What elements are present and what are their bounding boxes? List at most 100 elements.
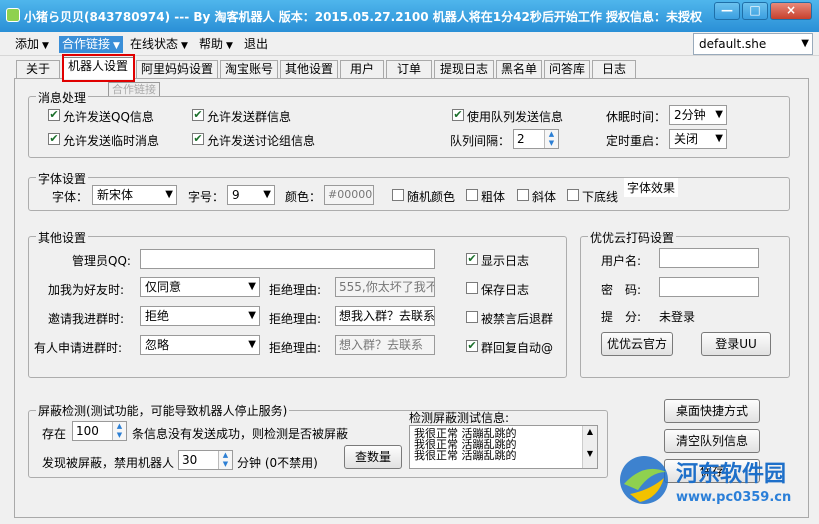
tab-log[interactable]: 日志 bbox=[592, 60, 636, 78]
tab-qa-library[interactable]: 问答库 bbox=[544, 60, 590, 78]
shield-group-title: 屏蔽检测(测试功能，可能导致机器人停止服务) bbox=[36, 402, 290, 419]
chevron-down-icon: ▼ bbox=[248, 281, 256, 292]
menu-coop-link[interactable]: 合作链接 ▼ bbox=[59, 36, 123, 53]
tab-taobao-account[interactable]: 淘宝账号 bbox=[220, 60, 278, 78]
add-friend-select[interactable]: 仅同意 ▼ bbox=[140, 277, 260, 297]
reject-reason-apply[interactable]: 想入群？去联系 bbox=[335, 335, 435, 355]
exist-label: 存在 bbox=[42, 427, 67, 441]
sleep-time-label: 休眠时间： bbox=[606, 110, 667, 124]
font-label: 字体： bbox=[52, 190, 89, 204]
tab-blacklist[interactable]: 黑名单 bbox=[496, 60, 542, 78]
yyy-password-input[interactable] bbox=[659, 277, 759, 297]
yyy-official-button[interactable]: 优优云官方 bbox=[601, 332, 673, 356]
allow-group-label: 允许发送群信息 bbox=[207, 110, 292, 124]
use-queue-checkbox[interactable]: ✔ bbox=[452, 109, 464, 121]
random-color-label: 随机颜色 bbox=[407, 190, 456, 204]
quit-banned-checkbox[interactable] bbox=[466, 311, 478, 323]
yyy-group-title: 优优云打码设置 bbox=[588, 229, 677, 246]
tab-about[interactable]: 关于 bbox=[16, 60, 60, 78]
menu-add[interactable]: 添加 ▼ bbox=[12, 36, 52, 53]
tooltip: 合作链接 bbox=[108, 82, 160, 97]
auto-reply-checkbox[interactable]: ✔ bbox=[466, 340, 478, 352]
tab-withdraw-log[interactable]: 提现日志 bbox=[434, 60, 494, 78]
admin-qq-label: 管理员QQ: bbox=[72, 254, 131, 268]
apply-join-select[interactable]: 忽略 ▼ bbox=[140, 335, 260, 355]
tab-orders[interactable]: 订单 bbox=[386, 60, 432, 78]
color-label: 颜色： bbox=[285, 190, 322, 204]
scrollbar[interactable]: ▲ ▼ bbox=[582, 426, 597, 468]
profile-select[interactable]: default.she ▼ bbox=[693, 33, 813, 55]
add-friend-label: 加我为好友时: bbox=[48, 283, 125, 297]
tab-other-settings[interactable]: 其他设置 bbox=[280, 60, 338, 78]
exist-count-value: 100 bbox=[76, 424, 99, 438]
allow-qq-checkbox[interactable]: ✔ bbox=[48, 109, 60, 121]
allow-temp-checkbox[interactable]: ✔ bbox=[48, 133, 60, 145]
window-title: 小猪ら贝贝(843780974) --- By 淘客机器人 版本：2015.05… bbox=[24, 10, 703, 24]
disable-minutes-value: 30 bbox=[182, 453, 198, 467]
font-group-title: 字体设置 bbox=[36, 170, 89, 187]
test-info-list[interactable]: 我很正常 活蹦乱跳的 我很正常 活蹦乱跳的 我很正常 活蹦乱跳的 ▲ ▼ bbox=[409, 425, 598, 469]
tab-alimama-settings[interactable]: 阿里妈妈设置 bbox=[136, 60, 218, 78]
yyy-login-button[interactable]: 登录UU bbox=[701, 332, 771, 356]
disable-minutes-stepper[interactable]: 30 ▲ ▼ bbox=[178, 450, 233, 470]
close-button[interactable]: × bbox=[770, 2, 812, 20]
chevron-down-icon: ▼ bbox=[42, 41, 49, 51]
show-log-checkbox[interactable]: ✔ bbox=[466, 253, 478, 265]
queue-interval-stepper[interactable]: 2 ▲ ▼ bbox=[513, 129, 559, 149]
reject-reason-invite[interactable]: 想我入群？去联系 bbox=[335, 306, 435, 326]
save-log-checkbox[interactable] bbox=[466, 282, 478, 294]
sleep-time-select[interactable]: 2分钟 ▼ bbox=[669, 105, 727, 125]
chevron-down-icon: ▼ bbox=[113, 41, 120, 51]
list-item: 我很正常 活蹦乱跳的 bbox=[414, 449, 517, 462]
reject-reason-label: 拒绝理由: bbox=[269, 312, 322, 326]
sleep-time-value: 2分钟 bbox=[674, 108, 706, 122]
maximize-button[interactable]: □ bbox=[742, 2, 768, 20]
watermark-logo: 河东软件园 www.pc0359.cn bbox=[614, 450, 819, 524]
minimize-button[interactable]: — bbox=[714, 2, 740, 20]
allow-group-checkbox[interactable]: ✔ bbox=[192, 109, 204, 121]
restart-select[interactable]: 关闭 ▼ bbox=[669, 129, 727, 149]
invite-label: 邀请我进群时: bbox=[48, 312, 125, 326]
font-select[interactable]: 新宋体 ▼ bbox=[92, 185, 177, 205]
admin-qq-input[interactable] bbox=[140, 249, 435, 269]
auto-reply-label: 群回复自动@ bbox=[481, 341, 554, 355]
add-friend-value: 仅同意 bbox=[145, 280, 182, 294]
menu-help[interactable]: 帮助 ▼ bbox=[196, 36, 236, 53]
random-color-checkbox[interactable] bbox=[392, 189, 404, 201]
menu-online-status[interactable]: 在线状态 ▼ bbox=[127, 36, 191, 53]
spin-arrows-icon[interactable]: ▲ ▼ bbox=[544, 130, 558, 148]
chevron-down-icon: ▼ bbox=[801, 38, 809, 49]
spin-arrows-icon[interactable]: ▲ ▼ bbox=[112, 422, 126, 440]
apply-join-value: 忽略 bbox=[145, 338, 170, 352]
check-count-button[interactable]: 查数量 bbox=[344, 445, 402, 469]
yyy-score-label: 提 分: bbox=[601, 310, 642, 324]
restart-value: 关闭 bbox=[674, 132, 699, 146]
bold-label: 粗体 bbox=[481, 190, 506, 204]
italic-checkbox[interactable] bbox=[517, 189, 529, 201]
exist-count-stepper[interactable]: 100 ▲ ▼ bbox=[72, 421, 127, 441]
menu-help-label: 帮助 bbox=[199, 37, 224, 51]
apply-join-label: 有人申请进群时: bbox=[34, 341, 123, 355]
reject-reason-label: 拒绝理由: bbox=[269, 341, 322, 355]
spin-arrows-icon[interactable]: ▲ ▼ bbox=[218, 451, 232, 469]
chevron-down-icon: ▼ bbox=[263, 189, 271, 200]
bold-checkbox[interactable] bbox=[466, 189, 478, 201]
desktop-shortcut-button[interactable]: 桌面快捷方式 bbox=[664, 399, 760, 423]
allow-discuss-checkbox[interactable]: ✔ bbox=[192, 133, 204, 145]
invite-select[interactable]: 拒绝 ▼ bbox=[140, 306, 260, 326]
reject-reason-friend[interactable]: 555,你太坏了我不 bbox=[335, 277, 435, 297]
message-group-title: 消息处理 bbox=[36, 89, 89, 106]
reject-reason-label: 拒绝理由: bbox=[269, 283, 322, 297]
italic-label: 斜体 bbox=[532, 190, 557, 204]
yyy-username-input[interactable] bbox=[659, 248, 759, 268]
allow-discuss-label: 允许发送讨论组信息 bbox=[207, 134, 316, 148]
font-value: 新宋体 bbox=[97, 188, 134, 202]
chevron-down-icon: ▼ bbox=[248, 310, 256, 321]
menu-coop-link-label: 合作链接 bbox=[62, 37, 111, 51]
underline-checkbox[interactable] bbox=[567, 189, 579, 201]
font-size-select[interactable]: 9 ▼ bbox=[227, 185, 275, 205]
color-input[interactable]: #000000 bbox=[324, 185, 374, 205]
tab-users[interactable]: 用户 bbox=[340, 60, 384, 78]
chevron-down-icon: ▼ bbox=[715, 133, 723, 144]
menu-exit[interactable]: 退出 bbox=[241, 36, 271, 53]
